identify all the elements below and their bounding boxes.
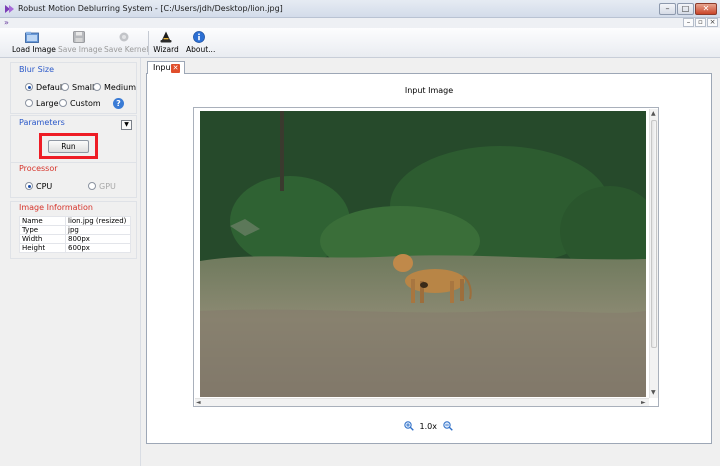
close-button[interactable]: ✕ xyxy=(695,3,717,15)
radio-dot xyxy=(25,83,33,91)
radio-blur-custom[interactable]: Custom xyxy=(59,99,101,108)
radio-dot xyxy=(93,83,101,91)
info-value: 600px xyxy=(65,243,131,253)
info-value: lion.jpg (resized) xyxy=(65,216,131,226)
horizontal-scrollbar[interactable]: ◄ ► xyxy=(195,398,649,406)
blur-size-heading: Blur Size xyxy=(19,65,55,74)
zoom-in-icon[interactable] xyxy=(404,421,414,431)
info-key: Width xyxy=(19,234,66,244)
tab-input[interactable]: Input ✕ xyxy=(147,61,185,74)
table-row: Name lion.jpg (resized) xyxy=(19,216,131,226)
parameters-dropdown-button[interactable]: ▼ xyxy=(121,120,132,130)
about-label: About... xyxy=(186,45,216,54)
info-value: jpg xyxy=(65,225,131,235)
table-row: Height 600px xyxy=(19,243,131,253)
scroll-up-icon[interactable]: ▲ xyxy=(651,110,656,117)
load-image-button[interactable]: Load Image xyxy=(12,30,56,56)
table-row: Type jpg xyxy=(19,225,131,235)
tab-close-icon[interactable]: ✕ xyxy=(171,64,180,73)
scroll-down-icon[interactable]: ▼ xyxy=(651,389,656,396)
wizard-label: Wizard xyxy=(153,45,179,54)
toolbar: Load Image Save Image Save Kernel Wizard xyxy=(0,28,720,58)
radio-label-small: Small xyxy=(72,83,95,92)
radio-blur-small[interactable]: Small xyxy=(61,83,94,92)
info-icon xyxy=(193,31,205,43)
radio-label-custom: Custom xyxy=(70,99,101,108)
kernel-icon xyxy=(119,32,129,42)
radio-blur-medium[interactable]: Medium xyxy=(93,83,136,92)
radio-label-gpu: GPU xyxy=(99,182,116,191)
radio-processor-gpu[interactable]: GPU xyxy=(88,182,116,191)
save-image-button[interactable]: Save Image xyxy=(58,30,103,56)
minimize-button[interactable]: – xyxy=(659,3,676,15)
window-title: Robust Motion Deblurring System - [C:/Us… xyxy=(18,4,283,13)
image-info-table: Name lion.jpg (resized) Type jpg Width 800p… xyxy=(19,216,131,253)
title-bar: Robust Motion Deblurring System - [C:/Us… xyxy=(0,0,720,18)
radio-blur-large[interactable]: Large xyxy=(25,99,59,108)
image-information-heading: Image Information xyxy=(19,203,93,212)
viewer-title: Input Image xyxy=(404,86,454,95)
info-key: Height xyxy=(19,243,66,253)
info-value: 800px xyxy=(65,234,131,244)
panel-splitter[interactable] xyxy=(140,58,141,466)
load-image-label: Load Image xyxy=(12,45,56,54)
zoom-level: 1.0x xyxy=(419,422,438,431)
parameters-heading: Parameters xyxy=(19,118,65,127)
radio-dot xyxy=(25,182,33,190)
app-icon xyxy=(5,5,14,13)
mdi-restore-button[interactable]: ▫ xyxy=(695,18,706,27)
lion-photo xyxy=(200,111,646,397)
processor-group: Processor CPU GPU xyxy=(10,162,137,198)
scroll-left-icon[interactable]: ◄ xyxy=(196,399,201,406)
wizard-button[interactable]: Wizard xyxy=(153,30,179,56)
table-row: Width 800px xyxy=(19,234,131,244)
radio-label-large: Large xyxy=(36,99,59,108)
zoom-bar: 1.0x xyxy=(404,421,453,433)
save-disk-icon xyxy=(72,31,85,43)
radio-blur-default[interactable]: Default xyxy=(25,83,65,92)
radio-dot xyxy=(61,83,69,91)
radio-dot xyxy=(25,99,33,107)
folder-image-icon xyxy=(25,31,39,43)
mdi-minimize-button[interactable]: – xyxy=(683,18,694,27)
scroll-right-icon[interactable]: ► xyxy=(641,399,646,406)
zoom-out-icon[interactable] xyxy=(442,421,453,431)
vertical-scroll-thumb[interactable] xyxy=(651,120,657,348)
info-key: Type xyxy=(19,225,66,235)
processor-heading: Processor xyxy=(19,164,58,173)
mdi-child-icon: » xyxy=(4,18,9,27)
save-kernel-label: Save Kernel xyxy=(104,45,149,54)
radio-dot xyxy=(59,99,67,107)
save-image-label: Save Image xyxy=(58,45,103,54)
help-icon[interactable]: ? xyxy=(113,98,124,109)
info-key: Name xyxy=(19,216,66,226)
mdi-close-button[interactable]: × xyxy=(707,18,718,27)
radio-dot xyxy=(88,182,96,190)
mdi-bar: » – ▫ × xyxy=(0,18,720,28)
radio-label-cpu: CPU xyxy=(36,182,53,191)
save-kernel-button[interactable]: Save Kernel xyxy=(104,30,149,56)
maximize-button[interactable]: □ xyxy=(677,3,694,15)
wizard-hat-icon xyxy=(160,31,172,43)
radio-label-medium: Medium xyxy=(104,83,136,92)
run-button[interactable]: Run xyxy=(48,140,89,153)
blur-size-group: Blur Size Default Small Medium Large Cus… xyxy=(10,62,137,114)
radio-processor-cpu[interactable]: CPU xyxy=(25,182,52,191)
toolbar-separator xyxy=(148,31,149,55)
about-button[interactable]: About... xyxy=(186,30,216,56)
